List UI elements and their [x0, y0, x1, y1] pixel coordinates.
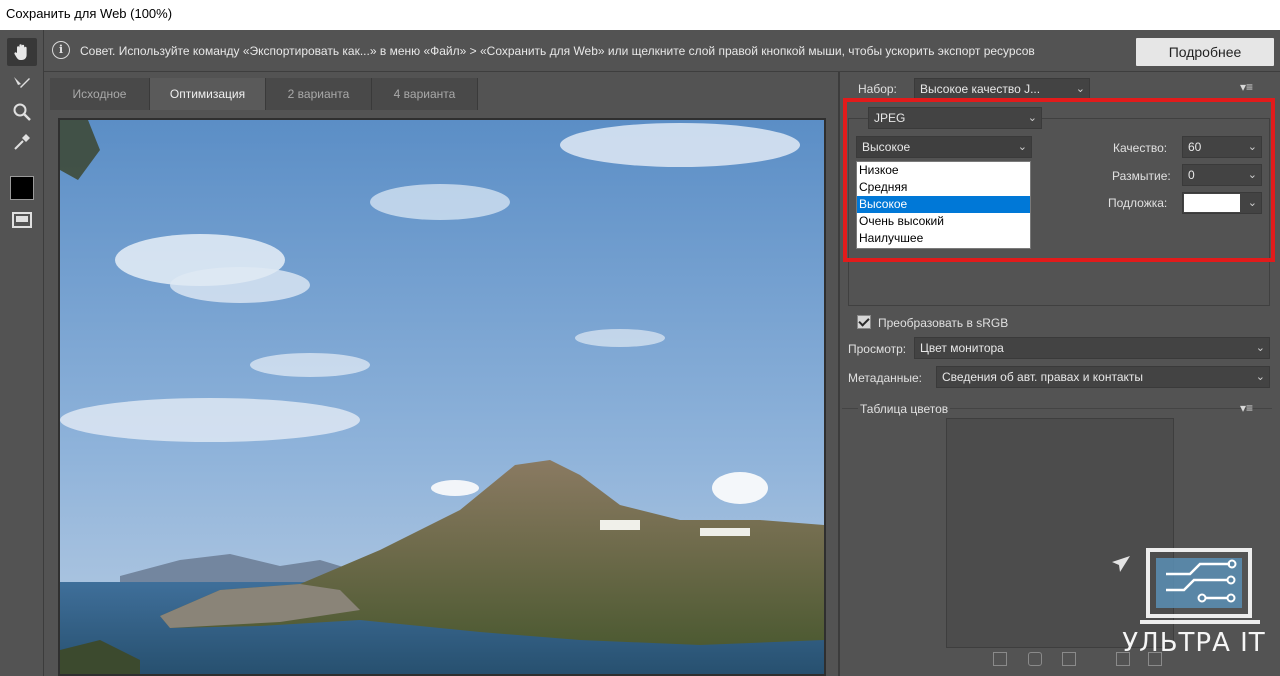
watermark-text: УЛЬТРА IT [1122, 628, 1266, 658]
landscape-photo [60, 120, 824, 674]
convert-srgb-checkbox[interactable] [857, 315, 871, 329]
slice-select-icon[interactable] [7, 70, 37, 98]
preview-select[interactable]: Цвет монитора ⌄ [914, 337, 1270, 359]
preview-value: Цвет монитора [920, 341, 1004, 355]
image-preview[interactable] [58, 118, 826, 676]
toggle-slices-icon[interactable] [7, 206, 37, 234]
eyedropper-color-swatch[interactable] [10, 176, 34, 200]
preset-value: Высокое качество J... [920, 82, 1041, 96]
convert-srgb-label: Преобразовать в sRGB [878, 316, 1009, 330]
info-icon: i [52, 41, 70, 59]
panel-menu-icon[interactable]: ▾≡ [1240, 80, 1253, 94]
color-table-title: Таблица цветов [858, 402, 951, 416]
eyedropper-icon[interactable] [7, 128, 37, 156]
lock-icon[interactable] [1062, 652, 1076, 666]
chevron-down-icon: ⌄ [1255, 342, 1265, 354]
tool-palette [0, 30, 44, 676]
web-snap-icon[interactable] [993, 652, 1007, 666]
tab-2-up[interactable]: 2 варианта [266, 78, 372, 110]
zoom-icon[interactable] [7, 98, 37, 126]
chevron-down-icon: ⌄ [1255, 371, 1265, 383]
metadata-label: Метаданные: [848, 371, 923, 385]
watermark-logo: УЛЬТРА IT [1110, 548, 1274, 662]
preset-select[interactable]: Высокое качество J... ⌄ [914, 78, 1090, 100]
tab-original[interactable]: Исходное [50, 78, 150, 110]
tab-4-up[interactable]: 4 варианта [372, 78, 478, 110]
tip-bar: i Совет. Используйте команду «Экспортиро… [44, 30, 1280, 72]
metadata-select[interactable]: Сведения об авт. правах и контакты ⌄ [936, 366, 1270, 388]
metadata-value: Сведения об авт. правах и контакты [942, 370, 1144, 384]
tab-optimized[interactable]: Оптимизация [150, 78, 266, 110]
learn-more-button[interactable]: Подробнее [1136, 38, 1274, 66]
color-table-menu-icon[interactable]: ▾≡ [1240, 401, 1253, 415]
preset-label: Набор: [858, 82, 897, 96]
cube-icon[interactable] [1028, 652, 1042, 666]
laptop-circuit-icon [1112, 548, 1260, 624]
hand-tool-icon[interactable] [7, 38, 37, 66]
tip-text: Совет. Используйте команду «Экспортирова… [80, 44, 1035, 58]
preview-label: Просмотр: [848, 342, 907, 356]
chevron-down-icon: ⌄ [1075, 83, 1085, 95]
window-title: Сохранить для Web (100%) [0, 0, 1280, 30]
highlight-frame [843, 98, 1275, 262]
